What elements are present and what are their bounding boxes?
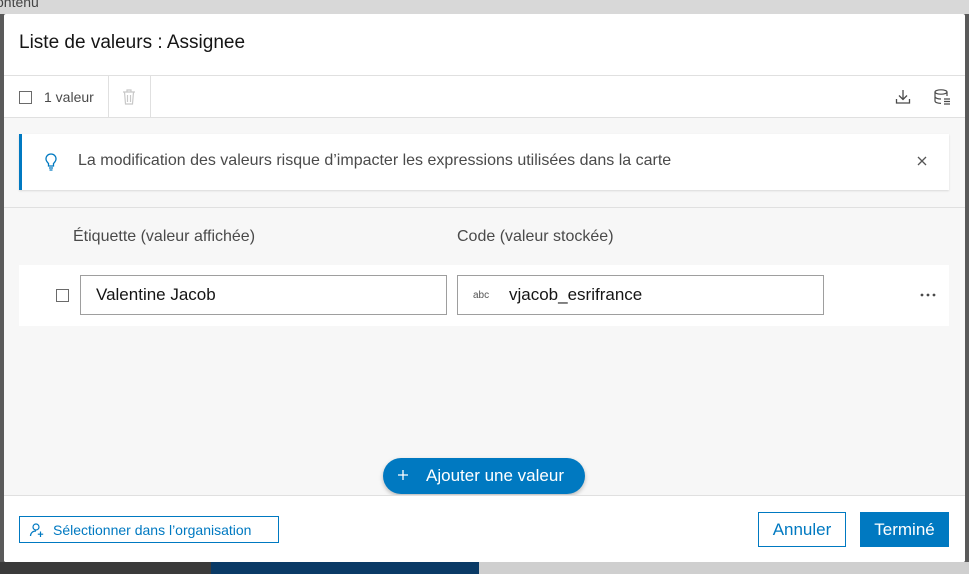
value-list-dialog: Liste de valeurs : Assignee 1 valeur La … bbox=[4, 14, 965, 562]
toolbar-divider bbox=[150, 76, 151, 118]
column-header-label: Étiquette (valeur affichée) bbox=[73, 228, 256, 245]
row-checkbox[interactable] bbox=[56, 289, 69, 302]
select-from-organization-button[interactable]: Sélectionner dans l’organisation bbox=[19, 516, 279, 543]
more-options-icon[interactable] bbox=[919, 292, 937, 298]
dialog-title: Liste de valeurs : Assignee bbox=[19, 32, 246, 53]
add-value-button[interactable]: Ajouter une valeur bbox=[383, 458, 585, 494]
toolbar: 1 valeur bbox=[4, 76, 965, 118]
value-count: 1 valeur bbox=[44, 89, 94, 105]
value-row: Valentine Jacob abc vjacob_esrifrance bbox=[19, 265, 949, 326]
add-value-label: Ajouter une valeur bbox=[426, 466, 564, 485]
dialog-header: Liste de valeurs : Assignee bbox=[4, 14, 965, 76]
background-app-header: ontenu bbox=[0, 0, 969, 14]
select-all-checkbox[interactable] bbox=[19, 91, 32, 104]
download-icon[interactable] bbox=[894, 88, 912, 106]
dialog-content: La modification des valeurs risque d’imp… bbox=[4, 118, 965, 495]
code-value: vjacob_esrifrance bbox=[509, 285, 643, 304]
toolbar-divider bbox=[108, 76, 109, 118]
dialog-footer: Sélectionner dans l’organisation Annuler… bbox=[4, 495, 965, 562]
background-app-button bbox=[211, 562, 479, 574]
select-from-organization-label: Sélectionner dans l’organisation bbox=[53, 522, 252, 538]
done-button[interactable]: Terminé bbox=[860, 512, 949, 547]
add-user-icon bbox=[29, 523, 44, 537]
plus-icon bbox=[398, 470, 408, 480]
background-app-panel bbox=[479, 562, 969, 574]
code-input[interactable]: abc vjacob_esrifrance bbox=[457, 275, 824, 315]
text-type-icon: abc bbox=[473, 290, 490, 301]
trash-icon[interactable] bbox=[120, 87, 138, 107]
label-input[interactable]: Valentine Jacob bbox=[80, 275, 447, 315]
column-header-code: Code (valeur stockée) bbox=[457, 228, 614, 245]
close-icon[interactable] bbox=[915, 154, 929, 168]
background-tab-label: ontenu bbox=[0, 0, 39, 10]
divider bbox=[4, 207, 965, 208]
cancel-button[interactable]: Annuler bbox=[758, 512, 846, 547]
notice-text: La modification des valeurs risque d’imp… bbox=[78, 152, 672, 169]
warning-notice: La modification des valeurs risque d’imp… bbox=[19, 134, 949, 190]
lightbulb-icon bbox=[45, 153, 57, 171]
database-icon[interactable] bbox=[932, 87, 952, 107]
